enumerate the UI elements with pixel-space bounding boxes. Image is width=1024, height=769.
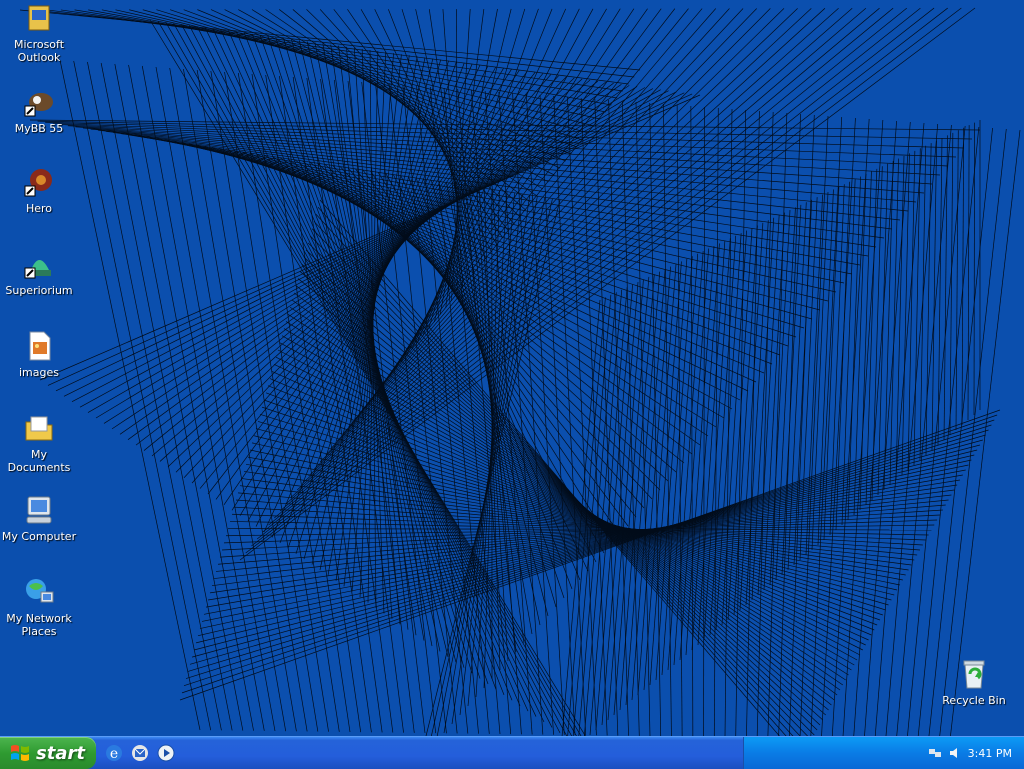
clock[interactable]: 3:41 PM <box>968 747 1012 760</box>
shortcut-game-icon <box>23 166 55 198</box>
quick-launch-bar: e <box>104 743 176 763</box>
start-label: start <box>36 743 85 764</box>
svg-text:e: e <box>110 746 118 762</box>
system-tray: 3:41 PM <box>743 737 1024 769</box>
image-file-icon <box>23 330 55 362</box>
recycle-bin-icon <box>958 658 990 690</box>
media-player-icon[interactable] <box>156 743 176 763</box>
desktop-icon-my-computer[interactable]: My Computer <box>0 494 78 543</box>
internet-explorer-icon[interactable]: e <box>104 743 124 763</box>
desktop-icon-superiorium[interactable]: Superiorium <box>0 248 78 297</box>
start-button[interactable]: start <box>0 737 96 769</box>
screensaver-line-art <box>0 0 1024 736</box>
desktop-icon-images[interactable]: images <box>0 330 78 379</box>
desktop-icon-hero[interactable]: Hero <box>0 166 78 215</box>
desktop-icon-my-documents[interactable]: My Documents <box>0 412 78 474</box>
windows-logo-icon <box>10 743 30 763</box>
desktop-icon-recycle-bin[interactable]: Recycle Bin <box>935 658 1013 707</box>
desktop-icon-my-network-places[interactable]: My Network Places <box>0 576 78 638</box>
shortcut-app-icon <box>23 248 55 280</box>
network-status-icon[interactable] <box>928 746 942 760</box>
outlook-icon <box>23 2 55 34</box>
my-documents-icon <box>23 412 55 444</box>
desktop-icon-mybb[interactable]: MyBB 55 <box>0 86 78 135</box>
taskbar: start e 3:41 PM <box>0 736 1024 769</box>
outlook-express-icon[interactable] <box>130 743 150 763</box>
desktop-icon-outlook[interactable]: Microsoft Outlook <box>0 2 78 64</box>
shortcut-app-icon <box>23 86 55 118</box>
volume-icon[interactable] <box>948 746 962 760</box>
desktop: Microsoft Outlook MyBB 55 Hero Superiori… <box>0 0 1024 736</box>
network-places-icon <box>23 576 55 608</box>
my-computer-icon <box>23 494 55 526</box>
